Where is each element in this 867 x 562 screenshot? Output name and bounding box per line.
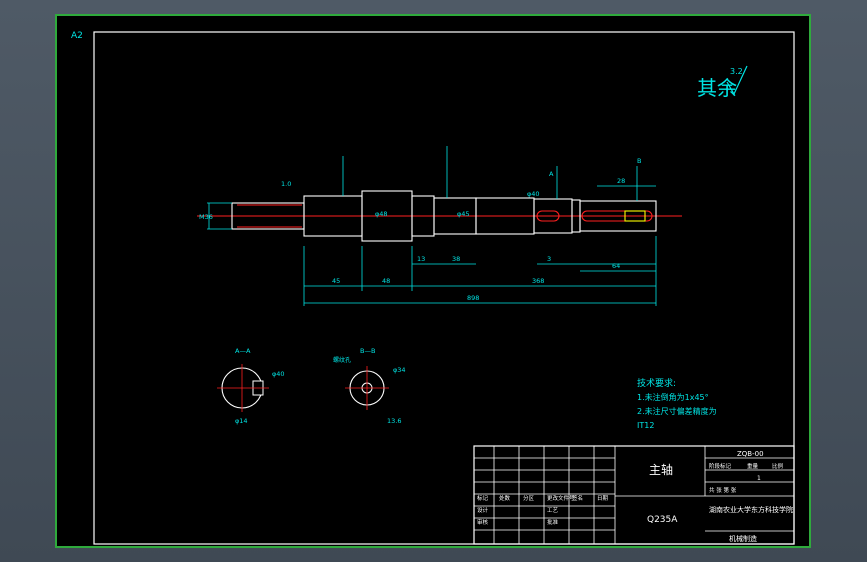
dim-3: 3 bbox=[547, 255, 551, 263]
label-date: 日期 bbox=[597, 495, 609, 502]
section-a-view: A—A φ14 φ40 bbox=[217, 347, 285, 425]
tech-item-3: IT12 bbox=[637, 421, 654, 430]
dim-thread: M36 bbox=[199, 213, 213, 221]
tech-item-1: 1.未注倒角为1x45° bbox=[637, 392, 709, 402]
section-b-note: 螺纹孔 bbox=[333, 356, 351, 364]
tech-requirements: 技术要求: 1.未注倒角为1x45° 2.未注尺寸偏差精度为 IT12 bbox=[637, 377, 717, 430]
section-a-marker: A bbox=[549, 170, 554, 178]
label-sheet: 共 张 第 张 bbox=[709, 486, 737, 494]
dim-dia-48: φ48 bbox=[375, 210, 388, 218]
label-partition: 分区 bbox=[523, 494, 535, 502]
dim-48: 48 bbox=[382, 277, 390, 285]
label-designer: 设计 bbox=[477, 506, 489, 514]
label-qty: 1 bbox=[757, 475, 761, 482]
title-block-texts: 主轴 Q235A 湖南农业大学东方科技学院 ZQB-00 机械制造 设计 审核 … bbox=[477, 450, 793, 543]
part-name: 主轴 bbox=[649, 462, 673, 477]
school-name: 湖南农业大学东方科技学院 bbox=[709, 505, 793, 514]
title-block bbox=[473, 445, 795, 545]
label-stage: 阶段标记 bbox=[709, 462, 732, 470]
label-process: 工艺 bbox=[547, 507, 559, 514]
dim-chamfer: 1.0 bbox=[281, 180, 291, 188]
dim-dia-40: φ40 bbox=[527, 190, 540, 198]
label-scale: 比例 bbox=[772, 462, 784, 470]
dim-overall: 898 bbox=[467, 294, 479, 302]
dim-38: 38 bbox=[452, 255, 460, 263]
drawing-sheet: A2 其余 3.2 898 45 48 368 13 38 3 64 28 M3… bbox=[55, 14, 811, 548]
dim-368: 368 bbox=[532, 277, 544, 285]
tech-heading: 技术要求: bbox=[637, 377, 676, 389]
section-b-width: 13.6 bbox=[387, 417, 401, 425]
label-review: 审核 bbox=[477, 518, 489, 526]
dim-45: 45 bbox=[332, 277, 340, 285]
section-b-marker: B bbox=[637, 157, 641, 165]
dimension-lines bbox=[207, 146, 657, 306]
label-approve: 批准 bbox=[547, 518, 559, 526]
roughness-note: 其余 3.2 bbox=[697, 65, 748, 100]
section-a-depth: φ40 bbox=[272, 370, 285, 378]
dim-64: 64 bbox=[612, 262, 620, 270]
dim-28: 28 bbox=[617, 177, 625, 185]
label-weight: 重量 bbox=[747, 462, 759, 470]
section-a-width: φ14 bbox=[235, 417, 248, 425]
stamp-text: 机械制造 bbox=[729, 534, 757, 543]
dim-dia-45: φ45 bbox=[457, 210, 470, 218]
inner-frame bbox=[93, 31, 795, 545]
section-a-title: A—A bbox=[235, 347, 251, 355]
label-change: 更改文件号 bbox=[547, 494, 575, 502]
section-b-depth: φ34 bbox=[393, 366, 406, 374]
roughness-value: 3.2 bbox=[730, 67, 743, 76]
label-mark: 标记 bbox=[477, 494, 489, 502]
label-place: 处数 bbox=[499, 494, 511, 502]
dim-13: 13 bbox=[417, 255, 425, 263]
drawing-canvas: A2 其余 3.2 898 45 48 368 13 38 3 64 28 M3… bbox=[71, 31, 795, 545]
tech-item-2: 2.未注尺寸偏差精度为 bbox=[637, 406, 717, 416]
material: Q235A bbox=[647, 515, 678, 525]
section-b-view: B—B 螺纹孔 13.6 φ34 bbox=[333, 347, 406, 425]
drawing-number: ZQB-00 bbox=[737, 450, 764, 458]
label-sign: 签名 bbox=[572, 494, 583, 502]
sheet-size-label: A2 bbox=[71, 31, 83, 41]
section-b-title: B—B bbox=[360, 347, 375, 355]
